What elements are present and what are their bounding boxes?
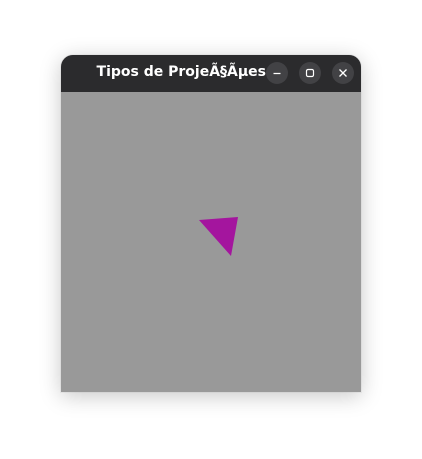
close-button[interactable] [332, 62, 354, 84]
minimize-button[interactable] [266, 62, 288, 84]
canvas-background [61, 92, 361, 392]
minimize-icon [273, 72, 281, 75]
maximize-button[interactable] [299, 62, 321, 84]
window-title: Tipos de ProjeÃ§Ãµes [96, 64, 266, 80]
render-canvas[interactable] [61, 92, 361, 392]
app-window: Tipos de ProjeÃ§Ãµes [61, 55, 361, 392]
maximize-icon [305, 68, 315, 78]
title-bar[interactable]: Tipos de ProjeÃ§Ãµes [61, 55, 361, 92]
close-icon [339, 69, 347, 77]
